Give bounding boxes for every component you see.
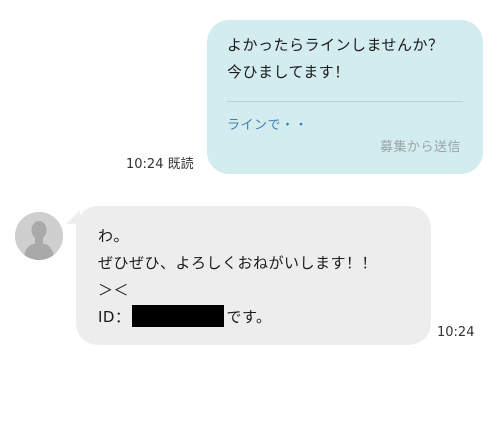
incoming-time: 10:24 xyxy=(437,325,475,340)
outgoing-time: 10:24 xyxy=(126,157,164,172)
read-status: 既読 xyxy=(167,157,194,172)
incoming-message-line: わ。 xyxy=(98,227,130,245)
redaction-box xyxy=(132,305,225,327)
default-user-silhouette-icon xyxy=(15,212,63,260)
incoming-message-line: ＞＜ xyxy=(98,281,130,299)
line-link[interactable]: ラインで・・ xyxy=(227,114,463,133)
outgoing-message-bubble[interactable]: よかったらラインしませんか？ 今ひましてます！ ラインで・・ 募集から送信 xyxy=(207,20,483,174)
id-prefix: ID： xyxy=(98,308,131,326)
outgoing-message-meta: 10:24 既読 xyxy=(126,153,194,172)
incoming-message-bubble[interactable]: わ。 ぜひぜひ、よろしくおねがいします！！ ＞＜ ID： です。 xyxy=(76,206,431,345)
bubble-divider xyxy=(227,101,463,102)
outgoing-message-line: よかったらラインしませんか？ xyxy=(227,36,444,54)
incoming-message-line: ぜひぜひ、よろしくおねがいします！！ xyxy=(98,254,378,272)
sent-from-label: 募集から送信 xyxy=(379,140,461,155)
avatar[interactable] xyxy=(15,212,63,260)
outgoing-message-line: 今ひましてます！ xyxy=(227,63,350,81)
id-suffix: です。 xyxy=(226,308,272,326)
incoming-id-line: ID： です。 xyxy=(98,304,431,331)
